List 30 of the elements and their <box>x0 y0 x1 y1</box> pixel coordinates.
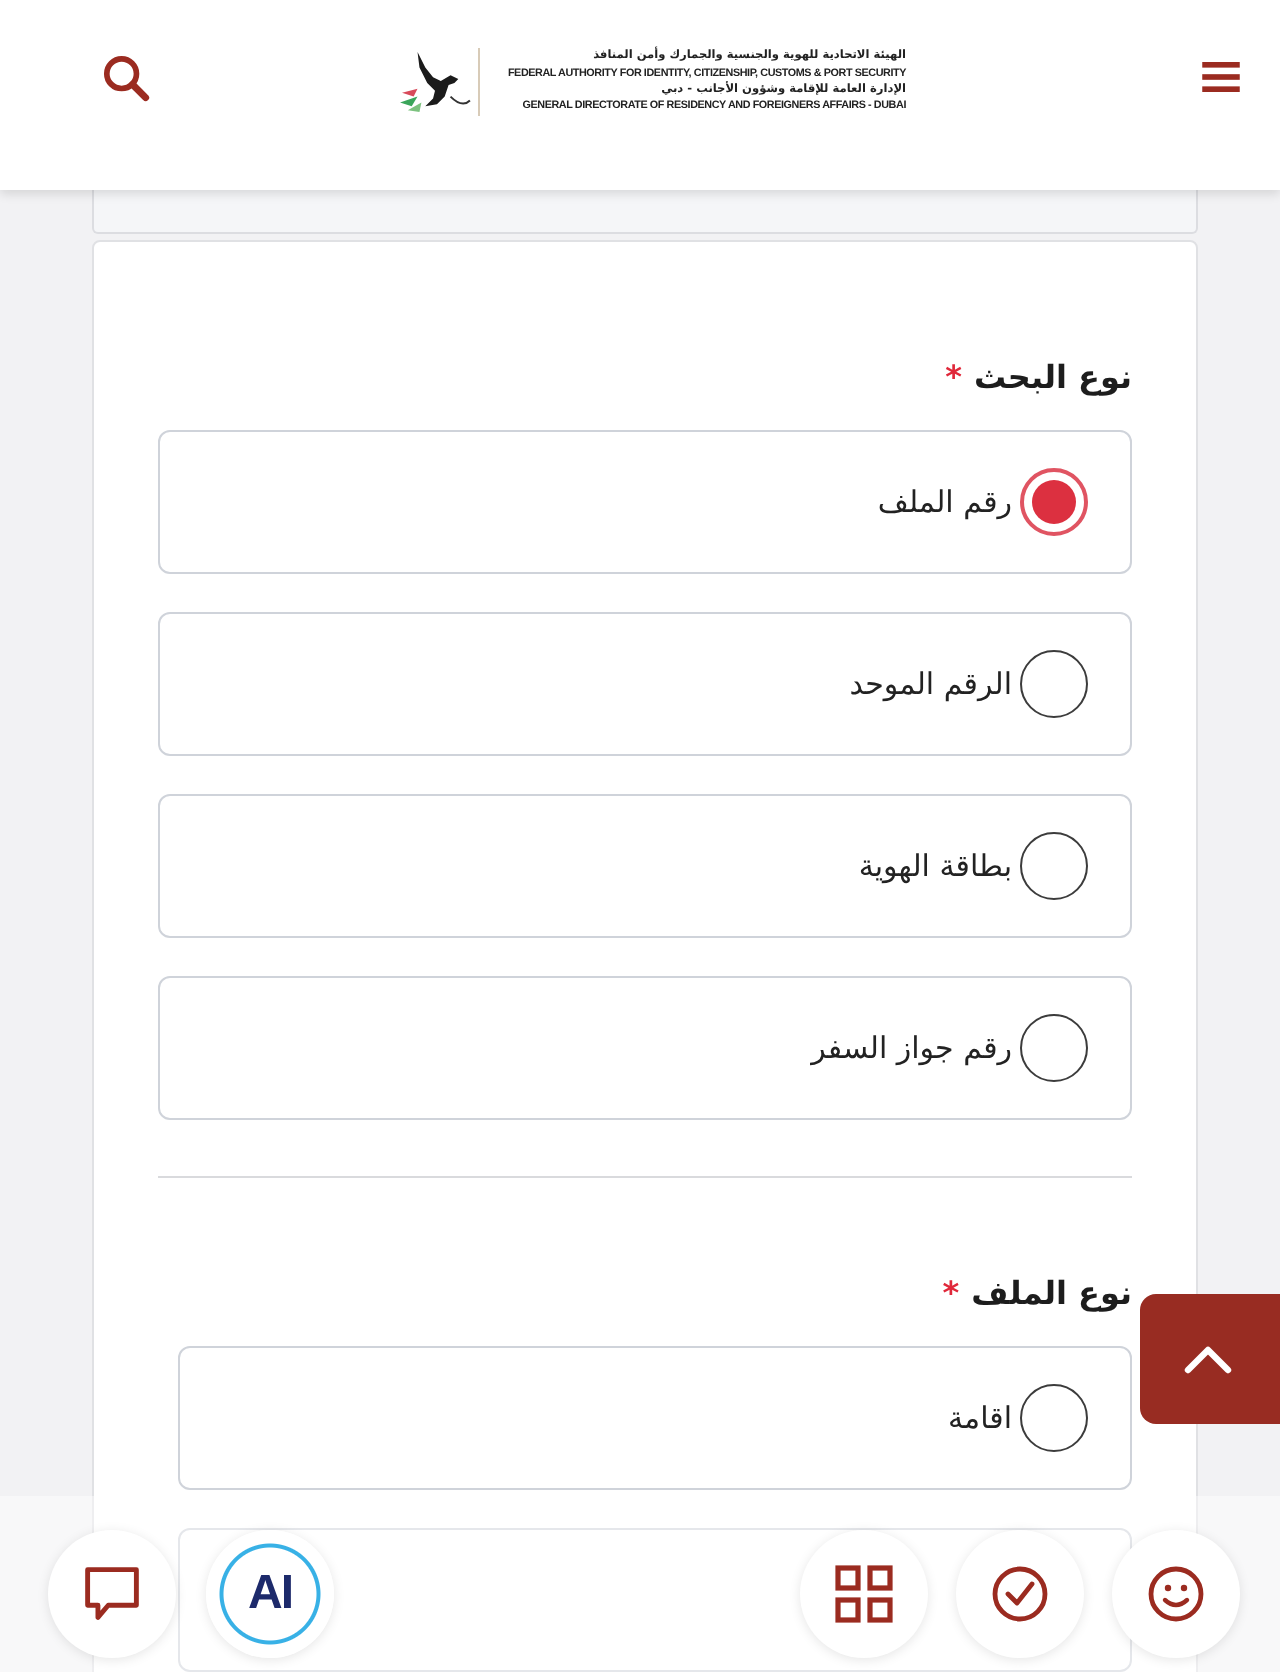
radio-button[interactable] <box>1020 468 1088 536</box>
grid-icon <box>834 1564 894 1624</box>
chevron-up-icon <box>1182 1343 1234 1375</box>
menu-button[interactable] <box>1202 62 1240 92</box>
menu-icon <box>1202 62 1240 92</box>
radio-button[interactable] <box>1020 1014 1088 1082</box>
scroll-top-button[interactable] <box>1140 1294 1280 1424</box>
option-label: اقامة <box>948 1400 1012 1436</box>
radio-option[interactable]: رقم الملف <box>158 430 1132 574</box>
radio-option[interactable]: اقامة <box>178 1346 1132 1490</box>
radio-button[interactable] <box>1020 832 1088 900</box>
radio-option[interactable]: بطاقة الهوية <box>158 794 1132 938</box>
search-icon <box>102 54 150 102</box>
bird-emblem-icon <box>398 49 472 115</box>
required-mark: * <box>942 1273 960 1311</box>
option-label: رقم الملف <box>877 484 1012 520</box>
option-label: الرقم الموحد <box>849 666 1012 702</box>
search-button[interactable] <box>102 54 150 102</box>
radio-button[interactable] <box>1020 1384 1088 1452</box>
radio-option[interactable]: الرقم الموحد <box>158 612 1132 756</box>
smiley-icon <box>1146 1564 1206 1624</box>
option-label: بطاقة الهوية <box>858 848 1012 884</box>
required-mark: * <box>945 357 962 395</box>
field-label: نوع البحث <box>973 357 1132 395</box>
field-label: نوع الملف <box>971 1273 1132 1311</box>
speech-bubble-icon <box>82 1564 142 1624</box>
check-circle-icon <box>990 1564 1050 1624</box>
radio-option[interactable]: رقم جواز السفر <box>158 976 1132 1120</box>
radio-button[interactable] <box>1020 650 1088 718</box>
option-label: رقم جواز السفر <box>811 1030 1012 1066</box>
